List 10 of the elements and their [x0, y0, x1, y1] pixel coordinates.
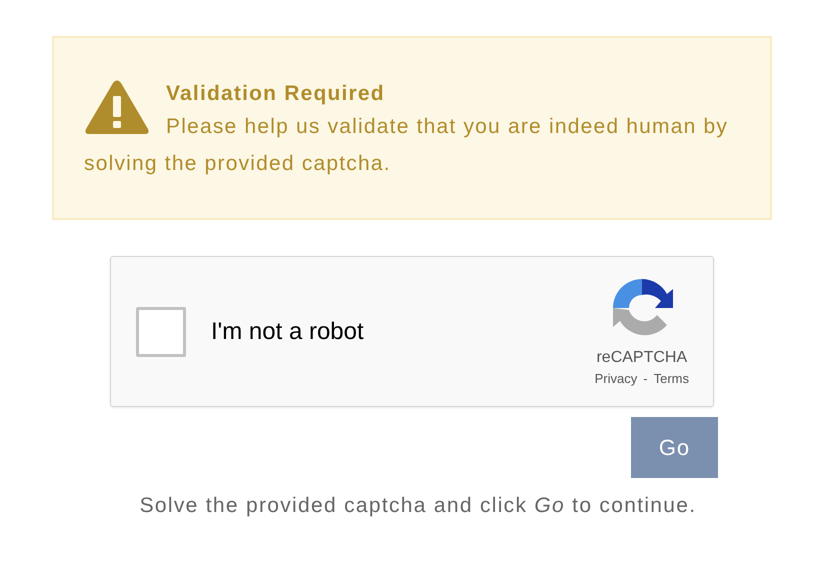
link-separator: -	[643, 371, 648, 386]
terms-link[interactable]: Terms	[654, 371, 689, 386]
alert-title: Validation Required	[165, 81, 386, 107]
privacy-link[interactable]: Privacy	[594, 371, 638, 386]
checkbox-label: I'm not a robot	[211, 318, 365, 346]
alert-message: Please help us validate that you are indeed human by solving the provided captcha.	[84, 115, 728, 175]
instruction-text: Solve the provided captcha and click Go to continue.	[140, 494, 696, 518]
warning-icon	[84, 80, 150, 136]
checkbox[interactable]	[136, 306, 186, 356]
recaptcha-brand: reCAPTCHA	[596, 349, 688, 367]
